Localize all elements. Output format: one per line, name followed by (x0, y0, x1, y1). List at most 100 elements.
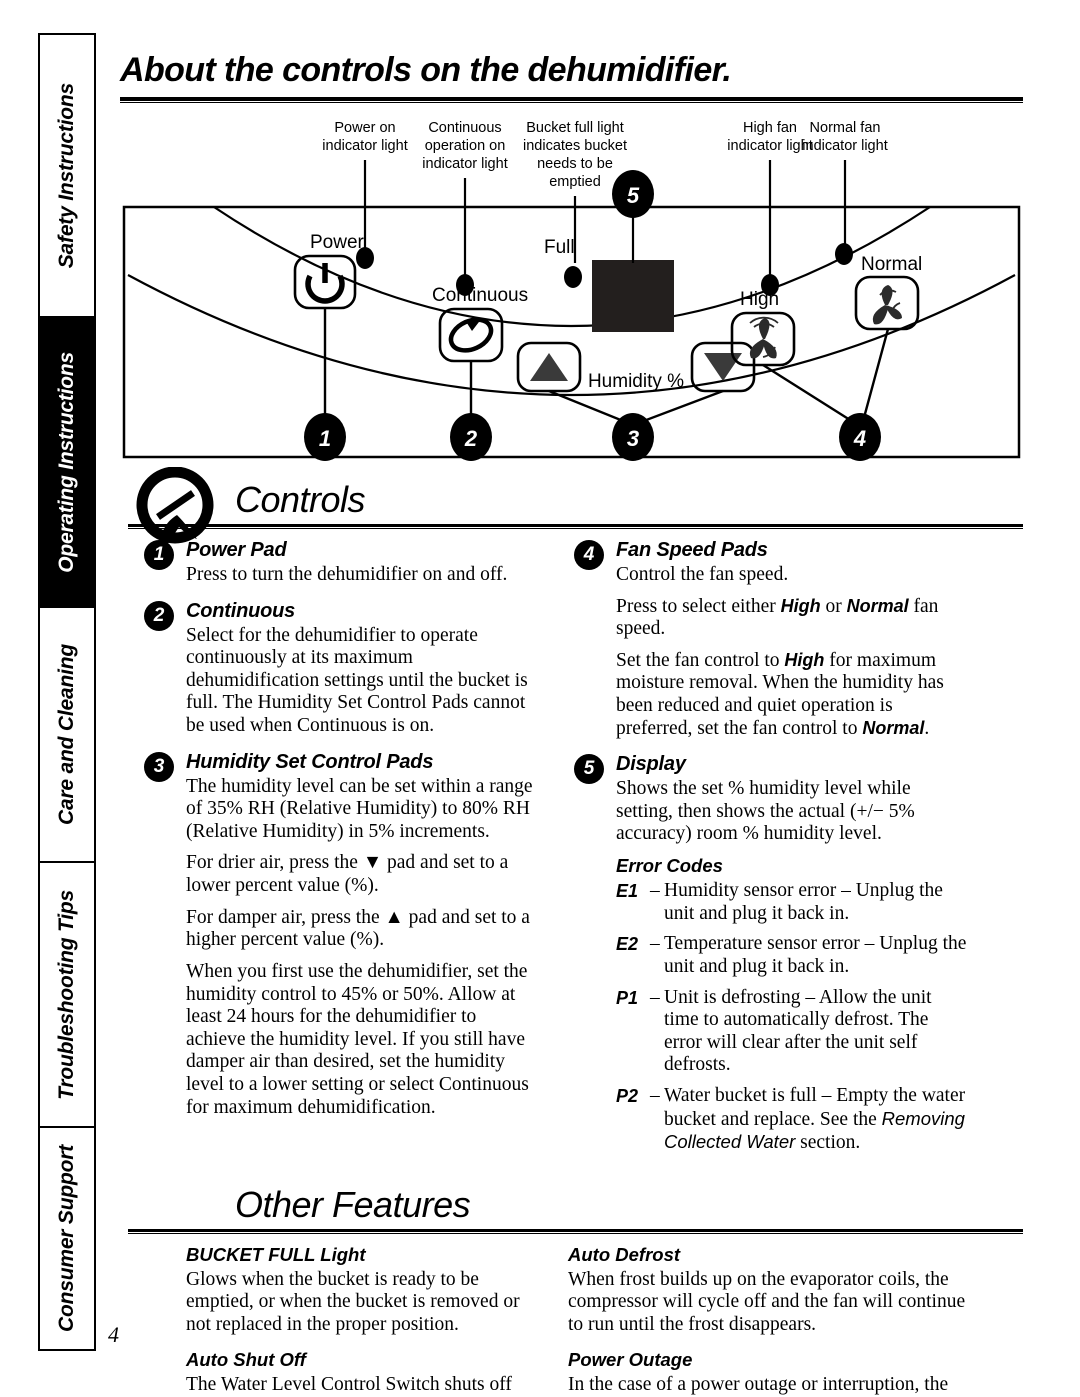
page-title: About the controls on the dehumidifier. (120, 51, 732, 89)
error-code-label: P1 (616, 987, 639, 1008)
sidebar-tab-consumer-support[interactable]: Consumer Support (38, 1126, 96, 1351)
power-pad-label: Power (310, 232, 365, 253)
power-icon (305, 263, 345, 304)
sidebar-tab-operating-instructions[interactable]: Operating Instructions (38, 316, 96, 606)
sidebar-tab-troubleshooting-tips[interactable]: Troubleshooting Tips (38, 861, 96, 1126)
title-divider (120, 97, 1023, 103)
error-code-dash: – (650, 1084, 660, 1106)
normal-fan-indicator-light (835, 243, 853, 265)
callout-power-on-line2: indicator light (322, 138, 407, 154)
sidebar-tab-label: Troubleshooting Tips (55, 889, 78, 1100)
feature-title: Power Outage (568, 1348, 693, 1370)
item-title: Continuous (186, 599, 296, 622)
emphasis-normal: Normal (846, 595, 909, 616)
feature-title: BUCKET FULL Light (186, 1243, 366, 1265)
sidebar-tab-safety-instructions[interactable]: Safety Instructions (38, 33, 96, 316)
controls-left-column: 1 Power Pad Press to turn the dehumidifi… (138, 539, 538, 1168)
controls-divider (128, 524, 1023, 529)
bullet-number: 2 (144, 600, 174, 631)
text-fragment: Set the fan control to (616, 649, 785, 671)
full-indicator-label: Full (544, 237, 575, 258)
item-paragraph: Shows the set % humidity level while set… (616, 778, 915, 845)
error-code-label: E2 (616, 934, 639, 955)
humidity-percent-label: Humidity % (588, 371, 684, 392)
item-paragraph: The humidity level can be set within a r… (186, 775, 533, 842)
sidebar-tabs: Safety Instructions Operating Instructio… (38, 33, 96, 1351)
emphasis-normal: Normal (862, 717, 925, 738)
feature-auto-defrost: Auto Defrost When frost builds up on the… (568, 1244, 968, 1337)
bullet-number: 3 (144, 751, 174, 782)
feature-bucket-full-light: BUCKET FULL Light Glows when the bucket … (186, 1244, 538, 1337)
item-paragraph: Press to select either High or Normal fa… (616, 596, 968, 641)
emphasis-high: High (784, 649, 825, 670)
controls-right-column: 4 Fan Speed Pads Control the fan speed. … (568, 539, 968, 1168)
other-features-section-header: Other Features (120, 1184, 1025, 1234)
manual-page: Safety Instructions Operating Instructio… (0, 0, 1080, 1397)
callout-bucket-full-line4: emptied (549, 174, 601, 190)
other-features-columns: BUCKET FULL Light Glows when the bucket … (120, 1244, 1025, 1397)
error-code-row: E2 – Temperature sensor error – Unplug t… (616, 933, 968, 978)
other-features-divider (128, 1228, 1023, 1234)
other-features-heading: Other Features (235, 1183, 471, 1225)
callout-continuous-line3: indicator light (422, 156, 507, 172)
error-code-row: E1 – Humidity sensor error – Unplug the … (616, 880, 968, 925)
sidebar-tab-label: Consumer Support (55, 1145, 78, 1332)
callout-number-5: 5 (627, 183, 640, 208)
callout-normal-fan-line1: Normal fan (810, 120, 881, 136)
error-code-text: Humidity sensor error – Unplug the unit … (664, 880, 943, 924)
feature-paragraph: The Water Level Control Switch shuts off… (186, 1373, 524, 1397)
main-content: About the controls on the dehumidifier. … (120, 33, 1025, 1397)
callout-number-4: 4 (853, 426, 866, 451)
callout-bucket-full-line2: indicates bucket (523, 138, 627, 154)
item-paragraph: Control the fan speed. (616, 564, 789, 585)
emphasis-high: High (780, 595, 821, 616)
callout-continuous-line2: operation on (425, 138, 506, 154)
bullet-number: 1 (144, 540, 174, 570)
sidebar-tab-label: Safety Instructions (55, 82, 78, 269)
feature-paragraph: When frost builds up on the evaporator c… (568, 1268, 966, 1336)
control-item-power-pad: 1 Power Pad Press to turn the dehumidifi… (138, 539, 538, 587)
control-panel-diagram: Power on indicator light Continuous oper… (120, 115, 1023, 475)
controls-columns: 1 Power Pad Press to turn the dehumidifi… (120, 539, 1025, 1168)
error-code-label: P2 (616, 1085, 639, 1106)
callout-number-3: 3 (627, 426, 639, 451)
fan-normal-icon (872, 285, 902, 325)
control-item-continuous: 2 Continuous Select for the dehumidifier… (138, 600, 538, 738)
item-title: Display (616, 753, 686, 776)
sidebar-tab-care-and-cleaning[interactable]: Care and Cleaning (38, 606, 96, 861)
text-fragment: section. (795, 1132, 861, 1154)
control-item-fan-speed-pads: 4 Fan Speed Pads Control the fan speed. … (568, 539, 968, 740)
text-fragment: Press to select either (616, 595, 781, 617)
other-features-left-column: BUCKET FULL Light Glows when the bucket … (138, 1244, 538, 1397)
sidebar-tab-label: Operating Instructions (55, 351, 78, 573)
callout-number-2: 2 (464, 426, 478, 451)
error-code-label: E1 (616, 881, 639, 902)
callout-high-fan-line1: High fan (743, 120, 797, 136)
error-code-text: Temperature sensor error – Unplug the un… (664, 933, 967, 977)
callout-high-fan-line2: indicator light (727, 138, 812, 154)
item-paragraph: When you first use the dehumidifier, set… (186, 960, 529, 1118)
feature-power-outage: Power Outage In the case of a power outa… (568, 1349, 968, 1397)
control-item-display: 5 Display Shows the set % humidity level… (568, 753, 968, 1155)
triangle-down-icon (704, 353, 742, 381)
feature-paragraph: Glows when the bucket is ready to be emp… (186, 1268, 520, 1336)
other-features-right-column: Auto Defrost When frost builds up on the… (568, 1244, 968, 1397)
high-fan-pad-label: High (740, 289, 779, 310)
error-code-dash: – (650, 986, 660, 1008)
text-fragment: . (924, 717, 930, 739)
leader-callout-4 (762, 328, 890, 427)
error-codes-heading: Error Codes (616, 855, 723, 877)
error-code-row: P1 – Unit is defrosting – Allow the unit… (616, 987, 968, 1077)
error-code-text: Water bucket is full – Empty the water b… (664, 1085, 968, 1155)
item-title: Fan Speed Pads (616, 539, 768, 561)
callout-power-on-line1: Power on (334, 120, 395, 136)
bucket-full-indicator-light (564, 266, 582, 288)
feature-title: Auto Shut Off (186, 1348, 306, 1370)
continuous-pad-label: Continuous (432, 285, 528, 306)
item-paragraph: Set the fan control to High for maximum … (616, 650, 968, 740)
page-number: 4 (108, 1322, 119, 1347)
item-title: Humidity Set Control Pads (186, 750, 434, 773)
callout-continuous-line1: Continuous (428, 120, 501, 136)
normal-fan-pad-label: Normal (861, 254, 922, 275)
callout-bucket-full-line1: Bucket full light (526, 120, 624, 136)
